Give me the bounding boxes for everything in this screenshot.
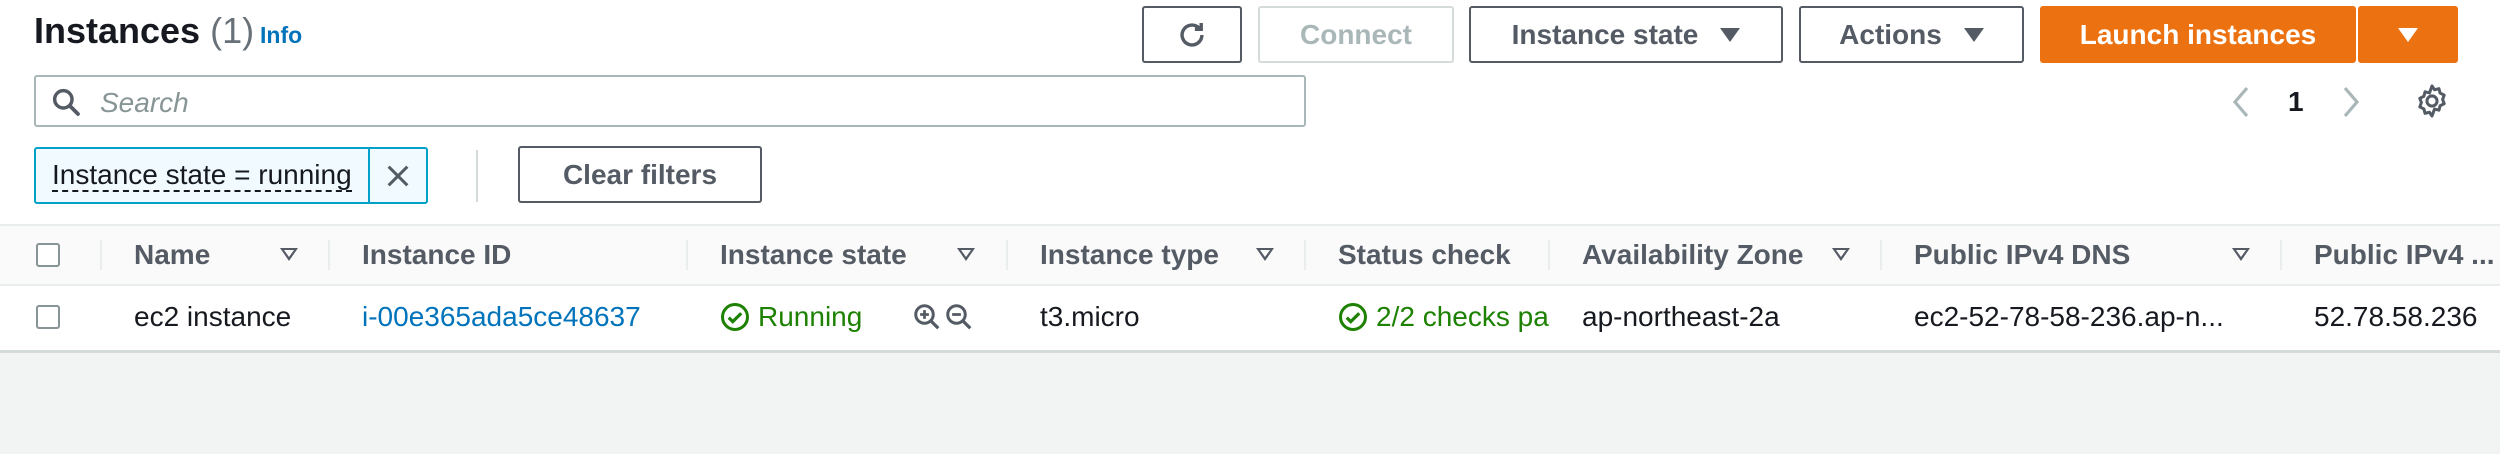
column-divider xyxy=(1006,240,1008,270)
actions-label: Actions xyxy=(1839,18,1942,50)
zoom-in-icon[interactable] xyxy=(912,302,942,332)
instance-state-text: Running xyxy=(758,301,863,332)
column-divider xyxy=(1304,240,1306,270)
cell-instance-state: Running xyxy=(720,286,920,348)
page-title-text: Instances xyxy=(34,10,201,51)
caret-down-icon xyxy=(2398,27,2418,42)
cell-instance-id-link[interactable]: i-00e365ada5ce48637 xyxy=(362,286,682,348)
divider xyxy=(476,150,478,202)
launch-instances-button[interactable]: Launch instances xyxy=(2040,6,2356,63)
cell-status-check: 2/2 checks passed xyxy=(1338,286,1550,348)
table-row[interactable]: ec2 instance i-00e365ada5ce48637 Running… xyxy=(0,286,2500,348)
column-header-availability-zone[interactable]: Availability Zone xyxy=(1582,226,1803,284)
page-title: Instances (1) xyxy=(34,10,254,52)
chevron-left-icon[interactable] xyxy=(2229,84,2253,120)
actions-button[interactable]: Actions xyxy=(1799,6,2024,63)
column-divider xyxy=(1880,240,1882,270)
chevron-right-icon[interactable] xyxy=(2339,84,2363,120)
search-box xyxy=(34,75,1306,127)
launch-options-button[interactable] xyxy=(2358,6,2458,63)
check-circle-icon xyxy=(1339,303,1367,331)
search-icon xyxy=(52,88,80,116)
instance-state-label: Instance state xyxy=(1511,18,1699,50)
column-divider xyxy=(328,240,330,270)
column-header-instance-id[interactable]: Instance ID xyxy=(362,226,511,284)
check-circle-icon xyxy=(721,303,749,331)
cell-availability-zone: ap-northeast-2a xyxy=(1582,301,1780,332)
row-checkbox[interactable] xyxy=(36,305,60,329)
column-header-name[interactable]: Name xyxy=(134,226,210,284)
column-header-instance-state[interactable]: Instance state xyxy=(720,226,907,284)
sort-icon[interactable] xyxy=(1832,248,1850,261)
sort-icon[interactable] xyxy=(2232,248,2250,261)
connect-label: Connect xyxy=(1300,18,1412,50)
refresh-icon xyxy=(1180,22,1204,47)
column-divider xyxy=(686,240,688,270)
instances-panel: Instances (1) Info Connect Instance stat… xyxy=(0,0,2500,353)
filter-token-label[interactable]: Instance state = running xyxy=(36,149,368,202)
filter-token: Instance state = running xyxy=(34,147,428,204)
remove-filter-button[interactable] xyxy=(367,149,426,202)
caret-down-icon xyxy=(1720,27,1741,42)
instance-count: (1) xyxy=(210,10,255,51)
sort-icon[interactable] xyxy=(1256,248,1274,261)
clear-filters-button[interactable]: Clear filters xyxy=(518,146,762,203)
caret-down-icon xyxy=(1963,27,1984,42)
instance-state-button[interactable]: Instance state xyxy=(1469,6,1783,63)
column-header-instance-type[interactable]: Instance type xyxy=(1040,226,1219,284)
column-divider xyxy=(100,240,102,270)
column-header-status-check[interactable]: Status check xyxy=(1338,226,1511,284)
cell-public-ipv4-dns: ec2-52-78-58-236.ap-n... xyxy=(1914,301,2224,332)
launch-instances-label: Launch instances xyxy=(2079,18,2317,50)
sort-icon[interactable] xyxy=(957,248,975,261)
page-number[interactable]: 1 xyxy=(2288,86,2304,118)
gear-icon[interactable] xyxy=(2413,82,2451,120)
clear-filters-label: Clear filters xyxy=(562,158,718,190)
cell-name: ec2 instance xyxy=(134,301,292,332)
cell-public-ipv4: 52.78.58.236 xyxy=(2314,301,2478,332)
sort-icon[interactable] xyxy=(280,248,298,261)
close-icon xyxy=(387,165,409,186)
column-divider xyxy=(2280,240,2282,270)
column-divider xyxy=(1548,240,1550,270)
status-check-text: 2/2 checks passed xyxy=(1376,301,1550,332)
column-header-public-ipv4-dns[interactable]: Public IPv4 DNS xyxy=(1914,226,2130,284)
info-link[interactable]: Info xyxy=(260,22,302,49)
cell-instance-type: t3.micro xyxy=(1040,301,1140,332)
column-header-public-ipv4[interactable]: Public IPv4 ... xyxy=(2314,226,2495,284)
search-input[interactable] xyxy=(98,85,1282,121)
select-all-checkbox[interactable] xyxy=(36,243,60,267)
connect-button[interactable]: Connect xyxy=(1258,6,1454,63)
table-header: Name Instance ID Instance state Instance… xyxy=(0,224,2500,286)
zoom-out-icon[interactable] xyxy=(944,302,974,332)
refresh-button[interactable] xyxy=(1142,6,1242,63)
